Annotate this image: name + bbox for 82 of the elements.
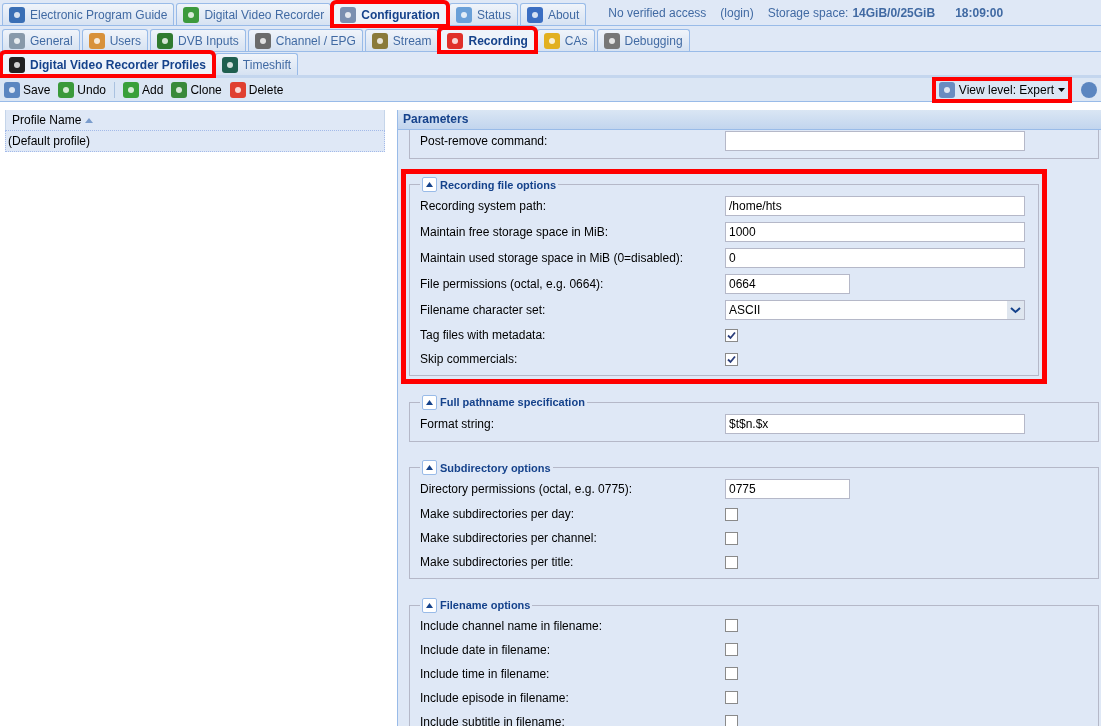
collapse-toggle[interactable] [422,394,437,410]
dropdown-icon [1007,301,1024,320]
field-label: File permissions (octal, e.g. 0664): [420,276,605,294]
fieldset-legend: Subdirectory options [440,459,551,477]
field-label: Filename character set: [420,302,547,320]
text-field[interactable]: $t$n.$x [725,413,1025,434]
field-label: Include date in filename: [420,641,552,659]
select-value: ASCII [728,302,762,320]
tab[interactable]: DVB Inputs [150,29,246,51]
field-label: Make subdirectories per channel: [420,530,598,548]
tab[interactable]: General [2,29,80,51]
storage-label: Storage space: [767,5,849,22]
triangle-icon [426,602,433,608]
checkbox[interactable] [725,352,738,366]
triangle-icon [426,465,433,471]
storage-value: 14GiB/0/25GiB [852,5,936,22]
tab[interactable]: Digital Video Recorder [176,3,332,25]
toolbar-button[interactable]: Save [4,80,51,99]
sort-icon [85,117,94,123]
checkbox[interactable] [725,643,738,657]
collapse-toggle[interactable] [422,177,437,193]
triangle-icon [426,182,433,188]
login-link[interactable]: (login) [720,4,754,22]
field-label: Make subdirectories per title: [420,554,575,572]
text-field[interactable]: 0664 [725,274,850,295]
field-label: Make subdirectories per day: [420,506,576,524]
fieldset-legend: Recording file options [440,176,557,194]
panel-header: Parameters [398,110,1101,130]
view-level-button[interactable]: View level: Expert [934,79,1069,100]
tab[interactable]: Status [448,3,518,25]
checkbox[interactable] [725,555,738,569]
field-label: Maintain used storage space in MiB (0=disabled): [420,250,685,268]
text-field[interactable]: 1000 [725,222,1025,243]
tab[interactable]: Recording [440,29,535,51]
text-field[interactable]: /home/hts [725,196,1025,217]
tab[interactable]: Stream [364,29,439,51]
select-field[interactable]: ASCII [725,300,1025,321]
checkbox[interactable] [725,507,738,521]
tab[interactable]: Channel / EPG [247,29,363,51]
table-row[interactable]: (Default profile) [5,130,385,152]
tab[interactable]: Configuration [333,3,447,25]
toolbar-button[interactable]: Add [123,80,164,99]
field-label: Maintain free storage space in MiB: [420,224,610,242]
checkbox[interactable] [725,691,738,705]
access-status: No verified access [608,5,707,22]
toolbar-button[interactable]: Undo [58,80,107,99]
caret-icon [1058,87,1065,92]
field-label: Include time in filename: [420,665,551,683]
tab[interactable]: Users [81,29,149,51]
column-header[interactable]: Profile Name [5,110,385,130]
tab[interactable]: Timeshift [214,53,299,75]
toolbar-button[interactable]: Delete [229,80,284,99]
checkbox[interactable] [725,531,738,545]
text-field[interactable]: 0 [725,248,1025,269]
tab[interactable]: Electronic Program Guide [2,3,175,25]
collapse-toggle[interactable] [422,460,437,476]
field-label: Include channel name in filename: [420,617,604,635]
fieldset-legend: Full pathname specification [440,394,585,411]
text-field[interactable] [725,130,1025,151]
collapse-toggle[interactable] [422,597,437,613]
field-label: Skip commercials: [420,351,519,369]
tab[interactable]: About [519,3,587,25]
field-label: Recording system path: [420,198,548,216]
field-label: Directory permissions (octal, e.g. 0775): [420,481,634,499]
text-field[interactable]: 0775 [725,479,850,500]
tab[interactable]: CAs [536,29,595,51]
checkbox[interactable] [725,619,738,633]
field-label: Tag files with metadata: [420,327,547,345]
tab[interactable]: Debugging [596,29,690,51]
field-label: Post-remove command: [420,132,549,150]
fieldset-legend: Filename options [440,597,531,614]
field-label: Include subtitle in filename: [420,713,566,726]
field-label: Format string: [420,415,495,433]
checkbox[interactable] [725,667,738,681]
tab[interactable]: Digital Video Recorder Profiles [2,53,213,75]
clock-time: 18:09:00 [955,5,1004,22]
checkbox[interactable] [725,328,738,342]
triangle-icon [426,399,433,405]
table-cell-text: (Default profile) [8,133,91,150]
toolbar-button[interactable]: Clone [171,80,222,99]
field-label: Include episode in filename: [420,689,570,707]
checkbox[interactable] [725,715,738,726]
